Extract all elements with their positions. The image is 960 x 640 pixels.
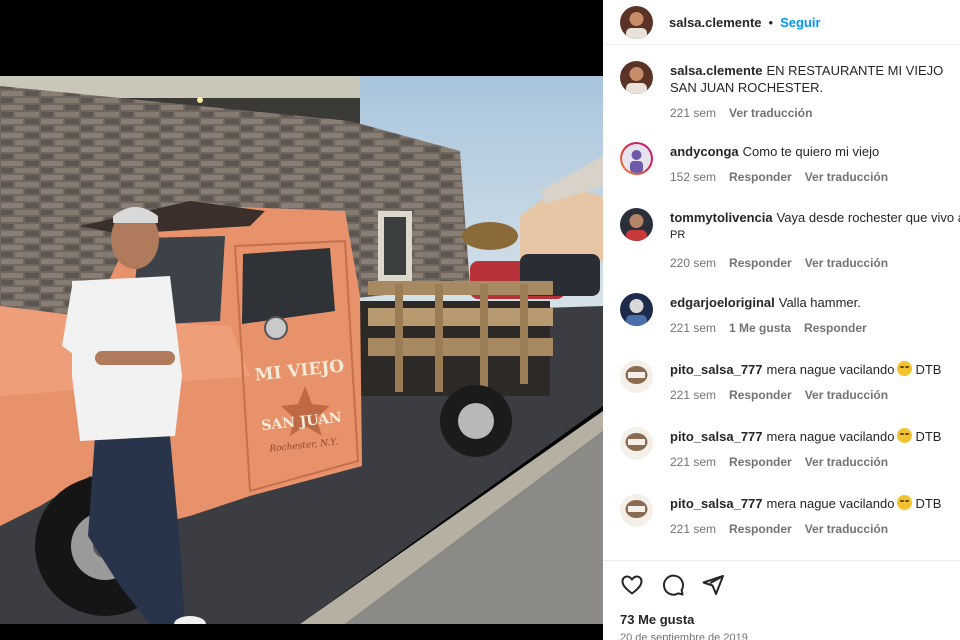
comments-list[interactable]: salsa.clemente EN RESTAURANTE MI VIEJO SA…	[603, 45, 960, 555]
heart-icon[interactable]	[620, 573, 644, 597]
follow-button[interactable]: Seguir	[780, 15, 820, 30]
comment-text: Como te quiero mi viejo	[742, 144, 880, 159]
comment-text-block: pito_salsa_777 mera nague vacilando DTB	[670, 428, 960, 445]
reply-button[interactable]: Responder	[729, 522, 792, 536]
comment-time[interactable]: 221 sem	[670, 455, 716, 469]
comment-time[interactable]: 221 sem	[670, 388, 716, 402]
comment-likes[interactable]: 1 Me gusta	[729, 321, 791, 335]
post-header: salsa.clemente • Seguir	[603, 0, 960, 45]
reply-button[interactable]: Responder	[729, 455, 792, 469]
post-actions-bar	[603, 560, 960, 605]
comment-meta: 220 sem Responder Ver traducción	[670, 256, 901, 270]
post-media: MI VIEJO SAN JUAN Rochester, N.Y.	[0, 0, 603, 640]
reply-button[interactable]: Responder	[729, 256, 792, 270]
share-icon[interactable]	[701, 573, 725, 597]
commenter-avatar[interactable]	[620, 494, 653, 527]
comment-suffix: DTB	[915, 496, 942, 511]
comment-username[interactable]: pito_salsa_777	[670, 429, 763, 444]
comment-time[interactable]: 152 sem	[670, 170, 716, 184]
laughing-emoji-icon	[897, 361, 913, 376]
translate-link[interactable]: Ver traducción	[805, 455, 888, 469]
comment-text-block: tommytolivencia Vaya desde rochester que …	[670, 209, 960, 226]
laughing-emoji-icon	[897, 428, 913, 443]
comment-username[interactable]: andyconga	[670, 144, 739, 159]
comment-suffix: DTB	[915, 362, 942, 377]
reply-button[interactable]: Responder	[729, 170, 792, 184]
comment-username[interactable]: tommytolivencia	[670, 210, 773, 225]
commenter-avatar[interactable]	[620, 427, 653, 460]
commenter-avatar[interactable]	[620, 208, 653, 241]
commenter-avatar[interactable]	[620, 142, 653, 175]
comment-time[interactable]: 221 sem	[670, 321, 716, 335]
comment-text: mera nague vacilando	[766, 496, 895, 511]
author-avatar[interactable]	[620, 5, 653, 39]
comment-text: mera nague vacilando	[766, 429, 895, 444]
comment-text-block: pito_salsa_777 mera nague vacilando DTB	[670, 361, 960, 378]
comment-text: mera nague vacilando	[766, 362, 895, 377]
reply-button[interactable]: Responder	[729, 388, 792, 402]
comment-text-continuation: PR	[670, 229, 686, 241]
caption-username[interactable]: salsa.clemente	[670, 63, 763, 78]
comment-meta: 221 sem Responder Ver traducción	[670, 455, 901, 469]
comment-text-block: edgarjoeloriginal Valla hammer.	[670, 294, 960, 311]
caption-meta: 221 sem Ver traducción	[670, 106, 825, 120]
comment-icon[interactable]	[661, 573, 685, 597]
author-username[interactable]: salsa.clemente	[669, 15, 762, 30]
caption-translate-link[interactable]: Ver traducción	[729, 106, 812, 120]
laughing-emoji-icon	[897, 495, 913, 510]
post-photo[interactable]: MI VIEJO SAN JUAN Rochester, N.Y.	[0, 76, 603, 624]
caption-avatar[interactable]	[620, 61, 653, 94]
commenter-avatar[interactable]	[620, 360, 653, 393]
reply-button[interactable]: Responder	[804, 321, 867, 335]
comment-suffix: DTB	[915, 429, 942, 444]
comment-text: Valla hammer.	[778, 295, 861, 310]
comment-username[interactable]: pito_salsa_777	[670, 362, 763, 377]
comment-meta: 221 sem Responder Ver traducción	[670, 388, 901, 402]
comment-username[interactable]: pito_salsa_777	[670, 496, 763, 511]
header-separator: •	[768, 14, 774, 30]
likes-count[interactable]: 73 Me gusta	[620, 612, 694, 627]
comment-meta: 221 sem 1 Me gusta Responder	[670, 321, 880, 335]
photo-scene: MI VIEJO SAN JUAN Rochester, N.Y.	[0, 76, 603, 624]
caption-time[interactable]: 221 sem	[670, 106, 716, 120]
post-date: 20 de septiembre de 2019	[620, 632, 748, 640]
caption-text-block: salsa.clemente EN RESTAURANTE MI VIEJO SA…	[670, 62, 960, 96]
commenter-avatar[interactable]	[620, 293, 653, 326]
comment-time[interactable]: 220 sem	[670, 256, 716, 270]
comment-text-block: andyconga Como te quiero mi viejo	[670, 143, 960, 160]
translate-link[interactable]: Ver traducción	[805, 256, 888, 270]
translate-link[interactable]: Ver traducción	[805, 170, 888, 184]
comment-meta: 152 sem Responder Ver traducción	[670, 170, 901, 184]
post-side-panel: salsa.clemente • Seguir salsa.clemente EN…	[603, 0, 960, 640]
comment-text: Vaya desde rochester que vivo aquí	[776, 210, 960, 225]
comment-text-block: pito_salsa_777 mera nague vacilando DTB	[670, 495, 960, 512]
translate-link[interactable]: Ver traducción	[805, 388, 888, 402]
comment-time[interactable]: 221 sem	[670, 522, 716, 536]
comment-username[interactable]: edgarjoeloriginal	[670, 295, 775, 310]
translate-link[interactable]: Ver traducción	[805, 522, 888, 536]
comment-meta: 221 sem Responder Ver traducción	[670, 522, 901, 536]
